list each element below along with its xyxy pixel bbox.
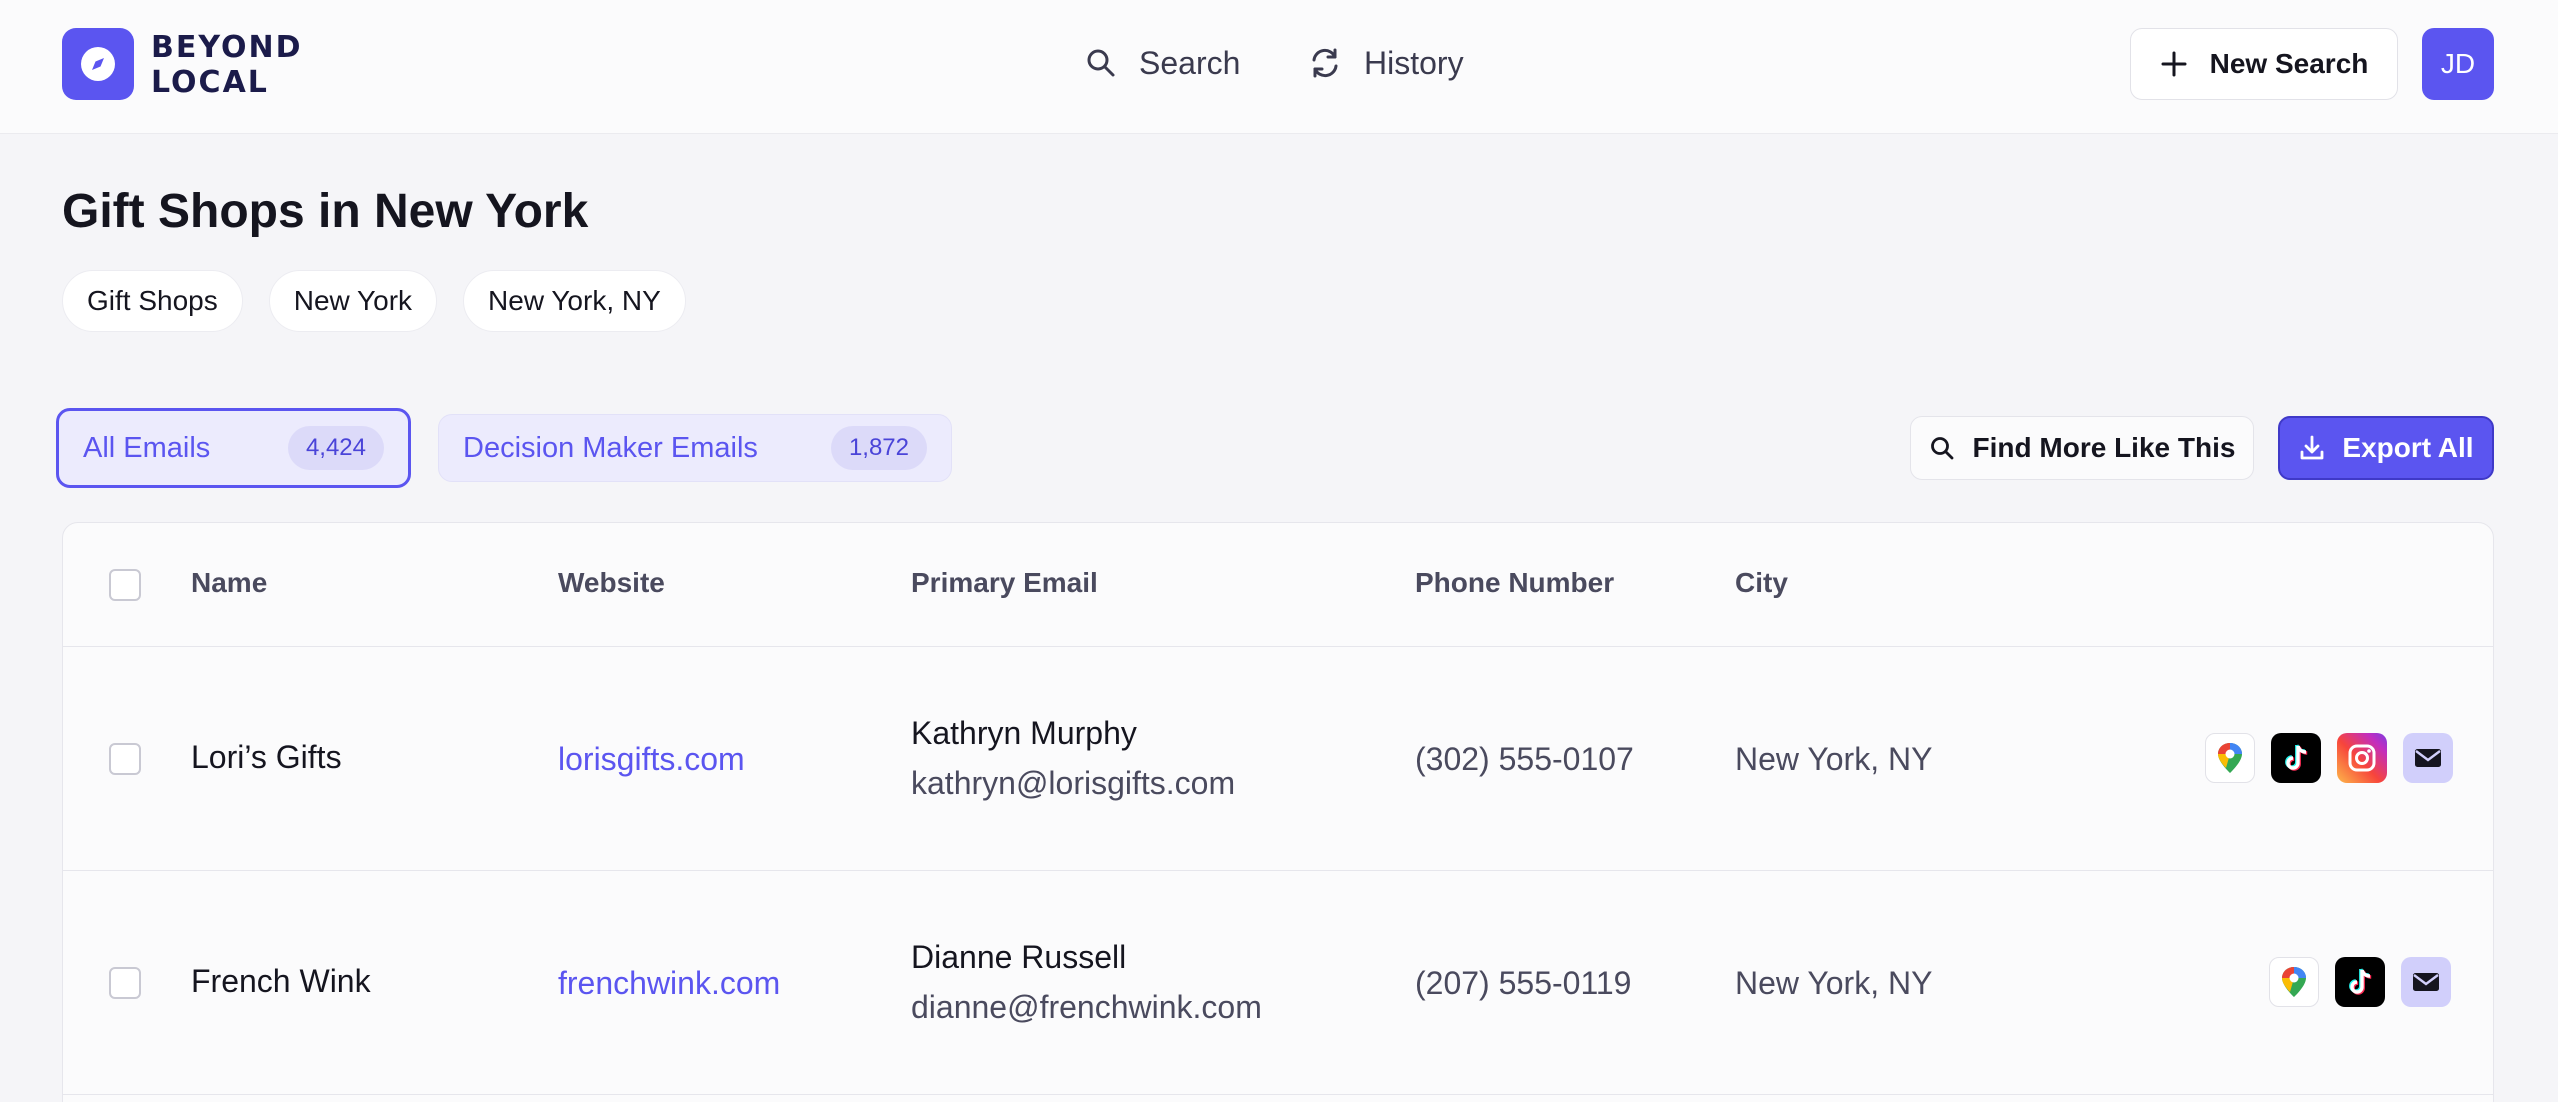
contact-name: Dianne Russell [911, 939, 1127, 975]
page-title: Gift Shops in New York [62, 185, 589, 238]
social-icons [2269, 957, 2451, 1007]
search-icon [1087, 49, 1115, 77]
filter-chip-category[interactable]: Gift Shops [62, 270, 243, 332]
column-header-name[interactable]: Name [191, 567, 267, 599]
contact-email[interactable]: kathryn@lorisgifts.com [911, 765, 1235, 802]
mail-icon[interactable] [2401, 957, 2451, 1007]
tab-decision-maker-emails[interactable]: Decision Maker Emails 1,872 [438, 414, 952, 482]
column-header-website[interactable]: Website [558, 567, 665, 599]
search-icon [1930, 437, 1953, 460]
brand-line-2: LOCAL [151, 65, 269, 100]
google-maps-icon[interactable] [2205, 733, 2255, 783]
export-all-label: Export All [2342, 432, 2474, 463]
user-avatar[interactable]: JD [2422, 28, 2494, 100]
filter-chip-location[interactable]: New York [268, 270, 438, 332]
tab-decision-maker-count: 1,872 [830, 426, 927, 470]
export-all-button[interactable]: Export All [2278, 416, 2494, 480]
download-icon [2300, 435, 2324, 460]
find-more-like-this-button[interactable]: Find More Like This [1910, 416, 2254, 480]
tab-all-emails-label: All Emails [83, 431, 211, 464]
plus-icon [2161, 51, 2187, 77]
brand-line-1: BEYOND [151, 30, 303, 65]
website-link[interactable]: lorisgifts.com [558, 741, 745, 778]
phone-number: (302) 555-0107 [1415, 741, 1634, 777]
filter-chip-city[interactable]: New York, NY [463, 270, 686, 332]
results-table: Name Website Primary Email Phone Number … [62, 522, 2494, 1102]
business-name: Lori’s Gifts [191, 739, 342, 775]
tab-decision-maker-label: Decision Maker Emails [463, 431, 758, 464]
city: New York, NY [1735, 741, 1933, 777]
instagram-icon[interactable] [2337, 733, 2387, 783]
website-link[interactable]: frenchwink.com [558, 965, 780, 1002]
social-icons [2205, 733, 2453, 783]
row-checkbox[interactable] [109, 967, 141, 999]
tab-all-emails-count: 4,424 [287, 426, 384, 470]
history-icon [1312, 48, 1338, 78]
mail-icon[interactable] [2403, 733, 2453, 783]
business-name: French Wink [191, 963, 371, 999]
tab-all-emails[interactable]: All Emails 4,424 [56, 408, 411, 488]
contact-email[interactable]: dianne@frenchwink.com [911, 989, 1262, 1026]
table-row[interactable]: French Wink frenchwink.com Dianne Russel… [63, 871, 2493, 1095]
filter-chips: Gift Shops New York New York, NY [62, 270, 686, 332]
nav-history-label: History [1364, 44, 1464, 81]
new-search-button[interactable]: New Search [2130, 28, 2398, 100]
compass-logo-icon[interactable] [62, 28, 134, 100]
nav-search[interactable]: Search [1085, 38, 1240, 88]
new-search-label: New Search [2209, 48, 2369, 79]
table-header: Name Website Primary Email Phone Number … [63, 523, 2493, 647]
column-header-phone-number[interactable]: Phone Number [1415, 567, 1614, 599]
row-checkbox[interactable] [109, 743, 141, 775]
column-header-primary-email[interactable]: Primary Email [911, 567, 1098, 599]
brand-name: BEYOND LOCAL [151, 30, 303, 100]
contact-name: Kathryn Murphy [911, 715, 1137, 751]
google-maps-icon[interactable] [2269, 957, 2319, 1007]
column-header-city[interactable]: City [1735, 567, 1788, 599]
city: New York, NY [1735, 965, 1933, 1001]
top-nav-bar: BEYOND LOCAL Search History New Search J… [0, 0, 2558, 134]
find-more-label: Find More Like This [1972, 432, 2236, 463]
select-all-checkbox[interactable] [109, 569, 141, 601]
nav-history[interactable]: History [1308, 38, 1464, 88]
table-row[interactable]: Lori’s Gifts lorisgifts.com Kathryn Murp… [63, 647, 2493, 871]
nav-search-label: Search [1139, 44, 1241, 81]
tiktok-icon[interactable] [2335, 957, 2385, 1007]
phone-number: (207) 555-0119 [1415, 965, 1632, 1001]
tiktok-icon[interactable] [2271, 733, 2321, 783]
